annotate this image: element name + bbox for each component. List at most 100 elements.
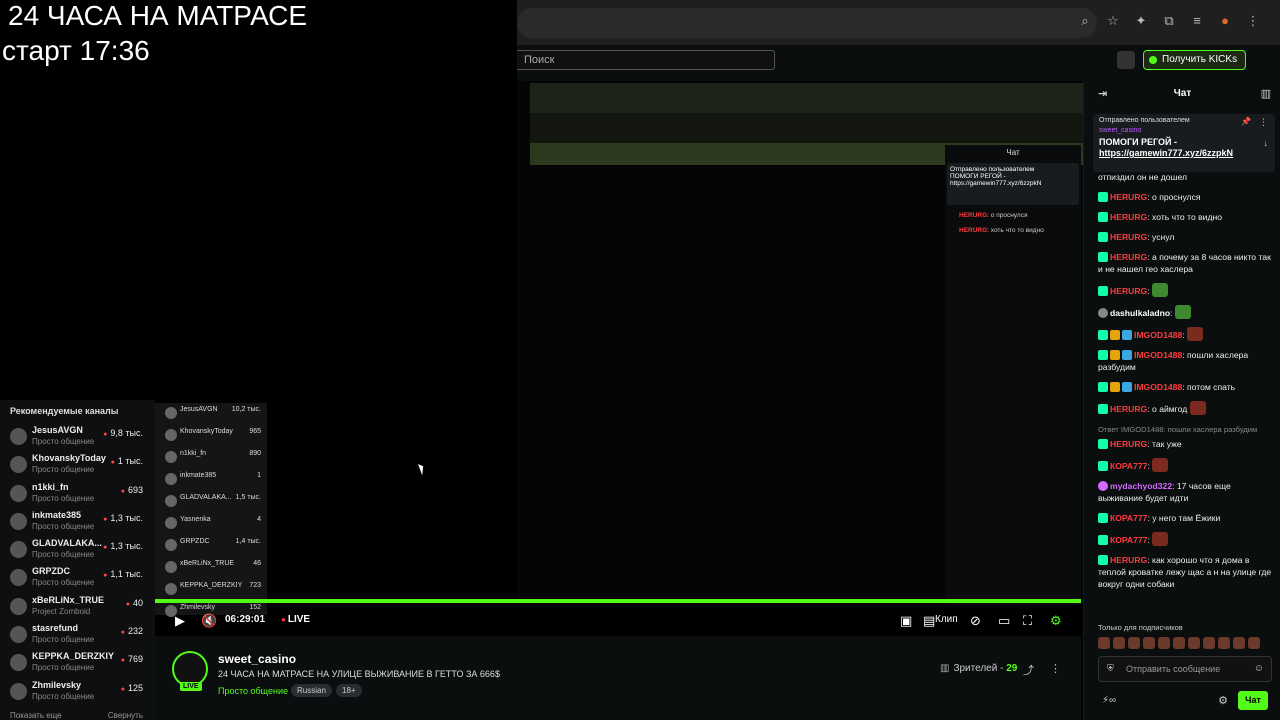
theater-mode-icon[interactable]: ▭ [998,613,1010,629]
channel-item[interactable]: JesusAVGN Просто общение 9,8 тыс. [0,422,155,450]
chat-username[interactable]: IMGOD1488 [1134,350,1182,360]
nested-chat-user: HERURG [959,212,988,219]
channel-item[interactable]: GRPZDCПросто общение 1,1 тыс. [0,563,155,591]
address-bar[interactable] [517,8,1097,38]
show-more-link[interactable]: Показать еще [10,711,62,720]
chat-username[interactable]: HERURG [1110,439,1147,449]
channel-name: stasrefund [32,623,79,634]
star-icon[interactable]: ☆ [1106,14,1120,28]
demon-emote-icon [1187,327,1204,341]
nested-channel-item: xBeRLiNx_TRUE 46 [155,557,267,579]
share-icon[interactable]: ⤴ [1023,662,1034,678]
chat-username[interactable]: КОРА777 [1110,461,1147,471]
badge-icon [1098,192,1108,202]
chat-reply-text: Ответ IMGOD1488: пошли хаслера разбудим [1098,425,1258,434]
channel-item[interactable]: n1kki_fnПросто общение 693 [0,479,155,507]
fullscreen-icon[interactable]: ⛶ [1023,613,1032,629]
clip-button[interactable]: Клип [935,614,958,625]
channel-item[interactable]: xBeRLiNx_TRUEProject Zomboid 40 [0,592,155,620]
extension-icon[interactable]: ✦ [1134,14,1148,28]
category-link[interactable]: Просто общение [218,686,288,696]
search-input[interactable]: ⌕ Поиск [512,50,775,70]
chat-username[interactable]: mydachyod322 [1110,481,1172,491]
kicks-counter[interactable]: ⚡∞ [1102,695,1116,706]
emote-icon[interactable] [1128,637,1140,649]
chat-message-text: : потом спать [1182,382,1236,392]
media-icon[interactable]: ≡ [1190,14,1204,28]
playback-progress-bar[interactable] [155,599,1081,603]
no-subtitles-icon[interactable]: ⊘ [970,613,981,629]
profile-icon[interactable]: ● [1218,14,1232,28]
tag-language[interactable]: Russian [291,684,332,697]
channel-item[interactable]: inkmate385Просто общение 1,3 тыс. [0,507,155,535]
avatar [10,682,27,700]
emote-icon[interactable] [1098,637,1110,649]
more-icon[interactable]: ⋮ [1259,117,1268,128]
emote-icon[interactable] [1143,637,1155,649]
collapse-link[interactable]: Свернуть [108,711,143,720]
chat-username[interactable]: dashulkaladno [1110,308,1170,318]
channel-item[interactable]: KEPPKA_DERZKIYПросто общение 769 [0,648,155,676]
send-chat-button[interactable]: Чат [1238,691,1268,710]
emote-icon[interactable] [1203,637,1215,649]
inventory-icon[interactable] [1117,51,1135,69]
emote-icon[interactable] [1233,637,1245,649]
menu-icon[interactable]: ⋮ [1246,14,1260,28]
channel-name: JesusAVGN [32,425,83,435]
more-icon[interactable]: ⋮ [1050,662,1061,675]
zoom-icon[interactable]: ⌕ [1078,14,1092,28]
emote-icon[interactable] [1188,637,1200,649]
volume-icon[interactable]: 🔇 [201,613,217,629]
chat-username[interactable]: HERURG [1110,192,1147,202]
get-kicks-button[interactable]: Получить KICKs [1143,50,1247,70]
channel-item[interactable]: stasrefundПросто общение 232 [0,620,155,648]
channel-item[interactable]: GLADVALAKA...Просто общение 1,3 тыс. [0,535,155,563]
avatar [165,583,177,595]
emote-icon[interactable] [1158,637,1170,649]
chat-username[interactable]: HERURG [1110,555,1147,565]
chat-username[interactable]: HERURG [1110,404,1147,414]
chat-message: IMGOD1488: [1098,325,1274,347]
nested-header [530,113,1083,143]
chat-username[interactable]: IMGOD1488 [1134,382,1182,392]
nested-pinned-link: https://gamewin777.xyz/6zzpkN [950,180,1042,187]
sword-badge-icon [1122,330,1132,340]
chat-username[interactable]: HERURG [1110,252,1147,262]
chat-settings-icon[interactable]: ⚙ [1218,694,1228,707]
chat-username[interactable]: КОРА777 [1110,513,1147,523]
emoji-icon[interactable]: ☺ [1254,663,1264,674]
chat-message: dashulkaladno: [1098,303,1274,325]
tag-age[interactable]: 18+ [336,684,362,697]
chat-input-placeholder: Отправить сообщение [1126,664,1221,674]
chat-message: HERURG: так уже [1098,436,1274,456]
viewer-count: 1,3 тыс. [103,513,143,523]
chevron-down-icon[interactable]: ↓ [1264,138,1269,148]
pinned-link[interactable]: https://gamewin777.xyz/6zzpkN [1099,148,1269,158]
settings-icon[interactable]: ⚙ [1050,613,1062,629]
channel-item[interactable]: KhovanskyTodayПросто общение 1 тыс. [0,450,155,478]
nested-channel-name: n1kki_fn [180,450,207,457]
channel-category: Просто общение [32,521,95,531]
chat-username[interactable]: КОРА777 [1110,535,1147,545]
puzzle-icon[interactable]: ⧉ [1162,14,1176,28]
nested-viewer-count: 1,4 тыс. [235,538,261,545]
emote-icon[interactable] [1218,637,1230,649]
emote-icon[interactable] [1113,637,1125,649]
chat-users-icon[interactable]: ▥ [1261,81,1271,107]
chat-username[interactable]: HERURG [1110,286,1147,296]
chat-username[interactable]: HERURG [1110,232,1147,242]
clip-icon[interactable]: ▤ [923,613,935,629]
nested-viewer-count: 1 [257,472,261,479]
channel-name[interactable]: sweet_casino [218,652,296,666]
play-icon[interactable]: ▶ [175,613,185,629]
chat-username[interactable]: IMGOD1488 [1134,330,1182,340]
channel-item[interactable]: ZhmilevskyПросто общение 125 [0,677,155,705]
picture-in-picture-icon[interactable]: ▣ [900,613,912,629]
pinned-user[interactable]: sweet_casino [1099,127,1269,134]
chat-username[interactable]: HERURG [1110,212,1147,222]
pin-icon[interactable]: 📌 [1241,117,1251,126]
collapse-chat-icon[interactable]: ⇥ [1098,81,1107,107]
chat-input[interactable]: ⛨ Отправить сообщение ☺ [1098,656,1272,682]
emote-icon[interactable] [1248,637,1260,649]
emote-icon[interactable] [1173,637,1185,649]
